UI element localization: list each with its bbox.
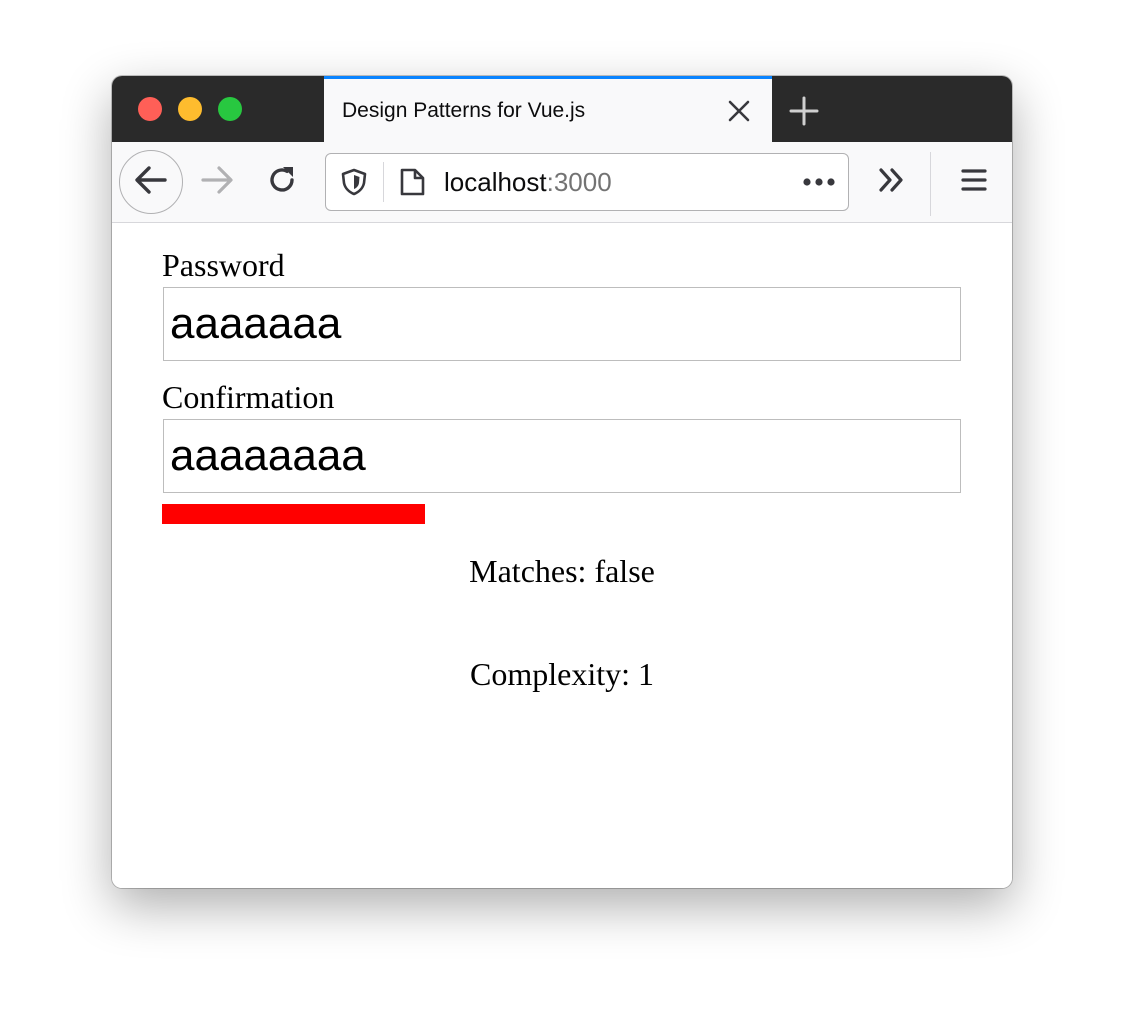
- shield-icon[interactable]: [340, 168, 368, 196]
- back-arrow-icon: [133, 162, 169, 203]
- confirmation-field[interactable]: [163, 419, 961, 493]
- nav-toolbar: localhost:3000: [112, 142, 1012, 223]
- back-button[interactable]: [119, 150, 183, 214]
- reload-icon: [265, 163, 299, 202]
- window-maximize-button[interactable]: [218, 97, 242, 121]
- confirmation-label: Confirmation: [162, 379, 335, 415]
- url-bar[interactable]: localhost:3000: [325, 153, 849, 211]
- url-separator: [383, 162, 384, 202]
- matches-status: Matches: false: [469, 553, 655, 589]
- active-tab[interactable]: Design Patterns for Vue.js: [324, 76, 772, 142]
- forward-arrow-icon: [200, 162, 236, 203]
- url-text[interactable]: localhost:3000: [444, 168, 612, 196]
- reload-button[interactable]: [262, 162, 302, 202]
- page-content: Password Confirmation Matches: false Com…: [112, 223, 1012, 888]
- hamburger-menu-icon: [960, 166, 988, 199]
- more-icon[interactable]: [802, 174, 836, 190]
- forward-button[interactable]: [198, 162, 238, 202]
- page-icon[interactable]: [398, 167, 426, 197]
- password-label: Password: [162, 247, 285, 283]
- url-port: :3000: [546, 167, 612, 197]
- password-strength-bar: [162, 504, 425, 524]
- tab-title: Design Patterns for Vue.js: [342, 99, 586, 122]
- password-field[interactable]: [163, 287, 961, 361]
- menu-button[interactable]: [954, 162, 994, 202]
- window-minimize-button[interactable]: [178, 97, 202, 121]
- complexity-status: Complexity: 1: [470, 656, 654, 692]
- toolbar-separator: [930, 152, 931, 216]
- tab-bar: Design Patterns for Vue.js: [112, 76, 1012, 142]
- close-icon[interactable]: [726, 98, 752, 124]
- url-host: localhost: [444, 167, 547, 197]
- window-close-button[interactable]: [138, 97, 162, 121]
- overflow-chevron-icon: [876, 164, 908, 201]
- overflow-button[interactable]: [872, 162, 912, 202]
- plus-icon[interactable]: [788, 95, 820, 127]
- browser-window: Design Patterns for Vue.js localhost:300…: [112, 76, 1012, 888]
